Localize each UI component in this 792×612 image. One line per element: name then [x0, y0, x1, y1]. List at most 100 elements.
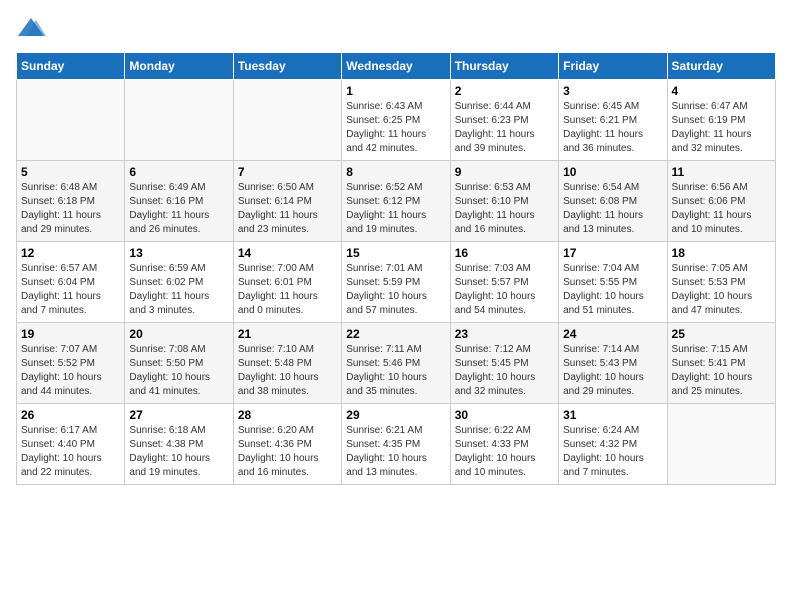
calendar-week-row: 19Sunrise: 7:07 AM Sunset: 5:52 PM Dayli…	[17, 323, 776, 404]
day-info: Sunrise: 6:48 AM Sunset: 6:18 PM Dayligh…	[21, 181, 120, 237]
day-number: 5	[21, 165, 120, 179]
day-number: 24	[563, 327, 662, 341]
weekday-header: Saturday	[667, 53, 775, 80]
logo	[16, 16, 50, 40]
day-info: Sunrise: 7:11 AM Sunset: 5:46 PM Dayligh…	[346, 343, 445, 399]
day-info: Sunrise: 6:21 AM Sunset: 4:35 PM Dayligh…	[346, 424, 445, 480]
page-header	[16, 16, 776, 40]
weekday-header: Wednesday	[342, 53, 450, 80]
day-number: 23	[455, 327, 554, 341]
day-number: 28	[238, 408, 337, 422]
calendar-cell	[17, 80, 125, 161]
weekday-header: Friday	[559, 53, 667, 80]
day-info: Sunrise: 7:01 AM Sunset: 5:59 PM Dayligh…	[346, 262, 445, 318]
day-number: 1	[346, 84, 445, 98]
day-info: Sunrise: 7:04 AM Sunset: 5:55 PM Dayligh…	[563, 262, 662, 318]
day-number: 29	[346, 408, 445, 422]
calendar-cell: 7 Sunrise: 6:50 AM Sunset: 6:14 PM Daylig…	[233, 161, 341, 242]
calendar-cell: 11 Sunrise: 6:56 AM Sunset: 6:06 PM Dayli…	[667, 161, 775, 242]
calendar-cell: 20Sunrise: 7:08 AM Sunset: 5:50 PM Dayli…	[125, 323, 233, 404]
day-number: 21	[238, 327, 337, 341]
day-number: 14	[238, 246, 337, 260]
day-number: 25	[672, 327, 771, 341]
day-info: Sunrise: 7:12 AM Sunset: 5:45 PM Dayligh…	[455, 343, 554, 399]
calendar-week-row: 1Sunrise: 6:43 AM Sunset: 6:25 PM Daylig…	[17, 80, 776, 161]
calendar-cell: 18Sunrise: 7:05 AM Sunset: 5:53 PM Dayli…	[667, 242, 775, 323]
weekday-header: Monday	[125, 53, 233, 80]
day-info: Sunrise: 6:56 AM Sunset: 6:06 PM Dayligh…	[672, 181, 771, 237]
calendar-cell: 3 Sunrise: 6:45 AM Sunset: 6:21 PM Daylig…	[559, 80, 667, 161]
calendar-cell: 14 Sunrise: 7:00 AM Sunset: 6:01 PM Dayli…	[233, 242, 341, 323]
calendar-cell: 15 Sunrise: 7:01 AM Sunset: 5:59 PM Dayli…	[342, 242, 450, 323]
day-number: 8	[346, 165, 445, 179]
day-number: 31	[563, 408, 662, 422]
calendar-cell: 31 Sunrise: 6:24 AM Sunset: 4:32 PM Dayli…	[559, 404, 667, 485]
day-number: 2	[455, 84, 554, 98]
day-info: Sunrise: 7:00 AM Sunset: 6:01 PM Dayligh…	[238, 262, 337, 318]
day-info: Sunrise: 6:24 AM Sunset: 4:32 PM Dayligh…	[563, 424, 662, 480]
day-info: Sunrise: 7:03 AM Sunset: 5:57 PM Dayligh…	[455, 262, 554, 318]
calendar-cell: 13 Sunrise: 6:59 AM Sunset: 6:02 PM Dayli…	[125, 242, 233, 323]
day-number: 26	[21, 408, 120, 422]
day-number: 11	[672, 165, 771, 179]
calendar-cell: 22 Sunrise: 7:11 AM Sunset: 5:46 PM Dayli…	[342, 323, 450, 404]
day-info: Sunrise: 6:44 AM Sunset: 6:23 PM Dayligh…	[455, 100, 554, 156]
calendar-cell: 8 Sunrise: 6:52 AM Sunset: 6:12 PM Daylig…	[342, 161, 450, 242]
day-number: 4	[672, 84, 771, 98]
calendar-cell: 2 Sunrise: 6:44 AM Sunset: 6:23 PM Daylig…	[450, 80, 558, 161]
day-info: Sunrise: 6:47 AM Sunset: 6:19 PM Dayligh…	[672, 100, 771, 156]
day-info: Sunrise: 6:50 AM Sunset: 6:14 PM Dayligh…	[238, 181, 337, 237]
day-number: 7	[238, 165, 337, 179]
calendar-cell: 9Sunrise: 6:53 AM Sunset: 6:10 PM Daylig…	[450, 161, 558, 242]
calendar-table: SundayMondayTuesdayWednesdayThursdayFrid…	[16, 52, 776, 485]
calendar-cell: 30 Sunrise: 6:22 AM Sunset: 4:33 PM Dayli…	[450, 404, 558, 485]
day-number: 22	[346, 327, 445, 341]
day-number: 15	[346, 246, 445, 260]
day-info: Sunrise: 7:10 AM Sunset: 5:48 PM Dayligh…	[238, 343, 337, 399]
calendar-cell: 10 Sunrise: 6:54 AM Sunset: 6:08 PM Dayli…	[559, 161, 667, 242]
day-number: 17	[563, 246, 662, 260]
day-info: Sunrise: 7:07 AM Sunset: 5:52 PM Dayligh…	[21, 343, 120, 399]
calendar-cell: 5 Sunrise: 6:48 AM Sunset: 6:18 PM Daylig…	[17, 161, 125, 242]
calendar-cell: 6 Sunrise: 6:49 AM Sunset: 6:16 PM Daylig…	[125, 161, 233, 242]
day-info: Sunrise: 6:20 AM Sunset: 4:36 PM Dayligh…	[238, 424, 337, 480]
day-number: 6	[129, 165, 228, 179]
day-info: Sunrise: 6:17 AM Sunset: 4:40 PM Dayligh…	[21, 424, 120, 480]
calendar-cell: 25 Sunrise: 7:15 AM Sunset: 5:41 PM Dayli…	[667, 323, 775, 404]
day-number: 12	[21, 246, 120, 260]
day-number: 10	[563, 165, 662, 179]
calendar-cell: 16 Sunrise: 7:03 AM Sunset: 5:57 PM Dayli…	[450, 242, 558, 323]
calendar-cell: 1Sunrise: 6:43 AM Sunset: 6:25 PM Daylig…	[342, 80, 450, 161]
day-number: 30	[455, 408, 554, 422]
calendar-cell: 23 Sunrise: 7:12 AM Sunset: 5:45 PM Dayli…	[450, 323, 558, 404]
calendar-cell: 12 Sunrise: 6:57 AM Sunset: 6:04 PM Dayli…	[17, 242, 125, 323]
day-info: Sunrise: 6:54 AM Sunset: 6:08 PM Dayligh…	[563, 181, 662, 237]
calendar-cell: 19Sunrise: 7:07 AM Sunset: 5:52 PM Dayli…	[17, 323, 125, 404]
day-number: 13	[129, 246, 228, 260]
day-number: 16	[455, 246, 554, 260]
day-info: Sunrise: 6:45 AM Sunset: 6:21 PM Dayligh…	[563, 100, 662, 156]
calendar-header-row: SundayMondayTuesdayWednesdayThursdayFrid…	[17, 53, 776, 80]
calendar-cell: 28 Sunrise: 6:20 AM Sunset: 4:36 PM Dayli…	[233, 404, 341, 485]
calendar-cell: 29 Sunrise: 6:21 AM Sunset: 4:35 PM Dayli…	[342, 404, 450, 485]
day-number: 3	[563, 84, 662, 98]
day-info: Sunrise: 6:49 AM Sunset: 6:16 PM Dayligh…	[129, 181, 228, 237]
logo-icon	[16, 16, 46, 40]
calendar-cell: 27Sunrise: 6:18 AM Sunset: 4:38 PM Dayli…	[125, 404, 233, 485]
day-info: Sunrise: 6:52 AM Sunset: 6:12 PM Dayligh…	[346, 181, 445, 237]
weekday-header: Tuesday	[233, 53, 341, 80]
calendar-cell: 21 Sunrise: 7:10 AM Sunset: 5:48 PM Dayli…	[233, 323, 341, 404]
weekday-header: Sunday	[17, 53, 125, 80]
calendar-week-row: 26 Sunrise: 6:17 AM Sunset: 4:40 PM Dayli…	[17, 404, 776, 485]
day-info: Sunrise: 7:15 AM Sunset: 5:41 PM Dayligh…	[672, 343, 771, 399]
day-info: Sunrise: 6:22 AM Sunset: 4:33 PM Dayligh…	[455, 424, 554, 480]
day-number: 18	[672, 246, 771, 260]
calendar-cell: 17 Sunrise: 7:04 AM Sunset: 5:55 PM Dayli…	[559, 242, 667, 323]
day-info: Sunrise: 7:08 AM Sunset: 5:50 PM Dayligh…	[129, 343, 228, 399]
weekday-header: Thursday	[450, 53, 558, 80]
calendar-cell	[233, 80, 341, 161]
day-info: Sunrise: 6:57 AM Sunset: 6:04 PM Dayligh…	[21, 262, 120, 318]
day-info: Sunrise: 6:59 AM Sunset: 6:02 PM Dayligh…	[129, 262, 228, 318]
calendar-cell	[125, 80, 233, 161]
day-info: Sunrise: 7:14 AM Sunset: 5:43 PM Dayligh…	[563, 343, 662, 399]
